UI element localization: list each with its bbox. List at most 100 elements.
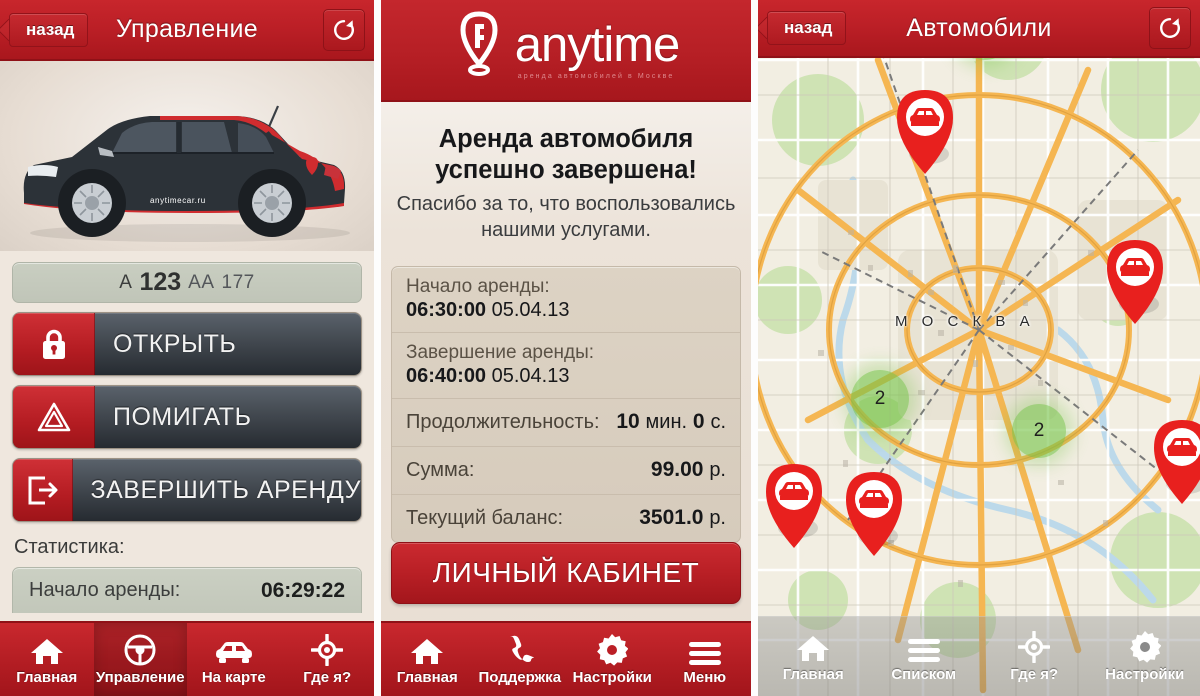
tab-settings-label: Настройки bbox=[1105, 665, 1185, 683]
tab-list-label: Списком bbox=[891, 665, 957, 683]
receipt-value: 99.00 р. bbox=[651, 458, 726, 482]
refresh-button[interactable] bbox=[1149, 7, 1191, 49]
brand-text: anytime аренда автомобилей в Москве bbox=[514, 17, 681, 80]
screenshot-stage: назад Управление anytimecar.ru А 123 АА … bbox=[0, 0, 1200, 696]
receipt-table: Начало аренды: 06:30:00 05.04.13 Заверше… bbox=[391, 266, 741, 544]
hazard-triangle-icon bbox=[13, 386, 95, 448]
car-photo: anytimecar.ru bbox=[0, 61, 374, 251]
car-icon bbox=[215, 634, 253, 666]
receipt-key: Текущий баланс: bbox=[406, 507, 564, 530]
receipt-value: 06:30:00 05.04.13 bbox=[406, 299, 726, 322]
receipt-row-duration: Продолжительность: 10 мин. 0 с. bbox=[392, 399, 740, 448]
crosshair-icon bbox=[1018, 630, 1051, 663]
receipt-row-end: Завершение аренды: 06:40:00 05.04.13 bbox=[392, 333, 740, 400]
panel-control: назад Управление anytimecar.ru А 123 АА … bbox=[0, 0, 374, 696]
map-cluster[interactable]: 2 bbox=[1012, 404, 1066, 458]
car-illustration: anytimecar.ru bbox=[23, 105, 350, 242]
license-plate: А 123 АА 177 bbox=[12, 262, 362, 303]
back-button[interactable]: назад bbox=[767, 11, 847, 45]
receipt-key: Завершение аренды: bbox=[406, 342, 595, 364]
blink-button[interactable]: ПОМИГАТЬ bbox=[12, 385, 362, 449]
duration-seconds: 0 bbox=[692, 410, 705, 434]
tab-control-label: Управление bbox=[95, 668, 185, 686]
receipt-value-time: 06:30:00 bbox=[406, 299, 487, 322]
tab-support-label: Поддержка bbox=[478, 668, 562, 686]
plate-series: АА bbox=[188, 271, 215, 293]
refresh-icon bbox=[331, 17, 357, 43]
duration-minutes: 10 bbox=[616, 410, 640, 434]
amount-currency: р. bbox=[709, 459, 726, 482]
end-rental-button[interactable]: ЗАВЕРШИТЬ АРЕНДУ bbox=[12, 458, 362, 522]
panel-cars-map: М О С К В А 2 2 2 bbox=[758, 0, 1200, 696]
balance-currency: р. bbox=[709, 507, 726, 530]
steering-wheel-icon bbox=[124, 634, 156, 666]
back-button-label: назад bbox=[26, 19, 75, 39]
back-button-label: назад bbox=[784, 18, 833, 37]
tab-settings-label: Настройки bbox=[572, 668, 652, 686]
panel1-header: назад Управление bbox=[0, 0, 374, 61]
tab-home[interactable]: Главная bbox=[381, 623, 474, 696]
tab-control[interactable]: Управление bbox=[93, 623, 187, 696]
success-subtitle: Спасибо за то, что воспользовались нашим… bbox=[396, 193, 736, 241]
tab-menu[interactable]: Меню bbox=[659, 623, 752, 696]
tab-settings[interactable]: Настройки bbox=[1090, 617, 1200, 696]
tab-settings[interactable]: Настройки bbox=[566, 623, 659, 696]
success-title: Аренда автомобиля успешно завершена! bbox=[435, 125, 697, 185]
statistics-heading: Статистика: bbox=[14, 536, 125, 558]
tab-home[interactable]: Главная bbox=[0, 623, 94, 696]
personal-account-label: ЛИЧНЫЙ КАБИНЕТ bbox=[432, 557, 700, 588]
map-cluster[interactable]: 2 bbox=[851, 370, 909, 428]
duration-seconds-unit: с. bbox=[710, 411, 726, 434]
panel3-tabbar: Главная Списком Где я? Настройки bbox=[758, 616, 1200, 696]
receipt-row-start: Начало аренды: 06:30:00 05.04.13 bbox=[392, 267, 740, 334]
tab-menu-label: Меню bbox=[683, 668, 727, 686]
tab-map-label: На карте bbox=[201, 668, 266, 686]
tab-list[interactable]: Списком bbox=[869, 617, 980, 696]
receipt-value-date: 05.04.13 bbox=[491, 299, 570, 322]
stat-row-rental-start: Начало аренды: 06:29:22 bbox=[12, 567, 362, 613]
map-tiles bbox=[758, 0, 1200, 696]
receipt-key: Начало аренды: bbox=[406, 276, 550, 298]
receipt-key: Сумма: bbox=[406, 459, 475, 482]
stat-key: Начало аренды: bbox=[29, 579, 181, 601]
tab-whereami-label: Где я? bbox=[303, 668, 352, 686]
map-canvas[interactable]: М О С К В А 2 2 2 bbox=[758, 0, 1200, 696]
panel3-header: назад Автомобили bbox=[758, 0, 1200, 58]
receipt-value: 3501.0 р. bbox=[639, 506, 726, 530]
plate-region-letter: А bbox=[119, 271, 133, 293]
exit-door-icon bbox=[13, 459, 73, 521]
plate-region-code: 177 bbox=[221, 271, 255, 293]
brand-word: anytime bbox=[514, 17, 681, 72]
back-button[interactable]: назад bbox=[9, 12, 89, 47]
personal-account-button[interactable]: ЛИЧНЫЙ КАБИНЕТ bbox=[391, 542, 741, 604]
receipt-value: 10 мин. 0 с. bbox=[616, 410, 726, 434]
hamburger-icon bbox=[688, 634, 722, 666]
end-rental-label: ЗАВЕРШИТЬ АРЕНДУ bbox=[90, 475, 361, 504]
receipt-value-date: 05.04.13 bbox=[491, 365, 570, 388]
tab-home-label: Главная bbox=[396, 668, 458, 686]
gear-icon bbox=[596, 633, 629, 666]
hamburger-icon bbox=[907, 631, 941, 663]
blink-label: ПОМИГАТЬ bbox=[113, 402, 252, 431]
balance-value: 3501.0 bbox=[639, 506, 704, 530]
panel2-body: Аренда автомобиля успешно завершена! Спа… bbox=[381, 102, 751, 696]
tab-home[interactable]: Главная bbox=[758, 617, 869, 696]
refresh-icon bbox=[1157, 15, 1183, 41]
tab-whereami[interactable]: Где я? bbox=[281, 623, 375, 696]
tab-whereami[interactable]: Где я? bbox=[979, 617, 1090, 696]
refresh-button[interactable] bbox=[323, 8, 365, 51]
open-car-label: ОТКРЫТЬ bbox=[113, 329, 237, 358]
panel2-brandbar: anytime аренда автомобилей в Москве bbox=[381, 0, 751, 102]
anytime-pin-logo bbox=[453, 10, 505, 91]
panel1-tabbar: Главная Управление На карте Где я? bbox=[0, 621, 374, 696]
open-car-button[interactable]: ОТКРЫТЬ bbox=[12, 312, 362, 376]
receipt-value: 06:40:00 05.04.13 bbox=[406, 365, 726, 388]
panel-rental-complete: anytime аренда автомобилей в Москве Арен… bbox=[381, 0, 751, 696]
panel2-tabbar: Главная Поддержка Настройки Меню bbox=[381, 621, 751, 696]
tab-map[interactable]: На карте bbox=[187, 623, 281, 696]
plate-digits: 123 bbox=[139, 268, 182, 296]
stat-value: 06:29:22 bbox=[260, 578, 345, 602]
tab-support[interactable]: Поддержка bbox=[474, 623, 567, 696]
tab-home-label: Главная bbox=[16, 668, 78, 686]
crosshair-icon bbox=[311, 633, 344, 666]
